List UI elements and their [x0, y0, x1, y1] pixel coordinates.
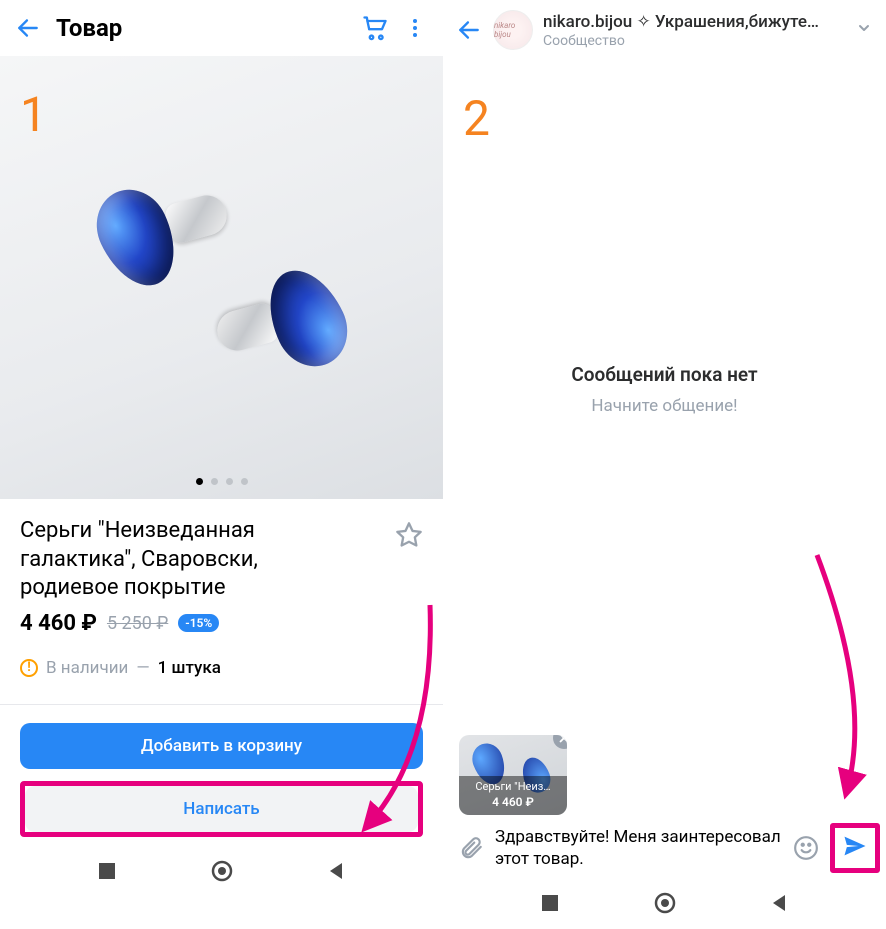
circle-icon: [211, 860, 233, 882]
price: 4 460 ₽: [20, 611, 97, 636]
triangle-left-icon: [771, 894, 789, 912]
square-icon: [98, 862, 116, 880]
empty-state-title: Сообщений пока нет: [571, 363, 757, 386]
square-icon: [541, 894, 559, 912]
compose-bar: Здравствуйте! Меня заинтересовал этот то…: [443, 815, 886, 881]
product-attachment[interactable]: Серьги "Неиз… 4 460 ₽: [459, 735, 567, 815]
cart-icon: [361, 14, 389, 42]
highlight-write: Написать: [20, 781, 423, 837]
back-button[interactable]: [449, 10, 489, 50]
attachment-area: Серьги "Неиз… 4 460 ₽: [443, 719, 886, 815]
nav-recent[interactable]: [98, 862, 116, 884]
product-title: Серьги "Неизведанная галактика", Сваровс…: [20, 517, 360, 603]
page-title: Товар: [56, 14, 355, 42]
send-icon: [841, 832, 869, 860]
close-icon: [558, 735, 567, 744]
back-button[interactable]: [8, 8, 48, 48]
nav-home[interactable]: [654, 892, 676, 918]
nav-home[interactable]: [211, 860, 233, 886]
warning-icon: !: [20, 659, 38, 677]
step-number: 2: [463, 90, 490, 147]
star-icon: [395, 521, 423, 549]
carousel-dot[interactable]: [241, 478, 248, 485]
stock-qty: 1 штука: [158, 658, 221, 678]
discount-badge: -15%: [178, 614, 219, 632]
attach-button[interactable]: [453, 835, 489, 861]
highlight-send: [830, 823, 880, 873]
empty-state-subtitle: Начните общение!: [591, 396, 737, 416]
chat-title-area[interactable]: nikaro.bijou ✧ Украшения,бижуте… Сообщес…: [543, 12, 844, 49]
nav-back[interactable]: [771, 894, 789, 916]
arrow-left-icon: [15, 15, 41, 41]
avatar[interactable]: nikaro bijou: [493, 10, 533, 50]
chat-menu-chevron[interactable]: [848, 20, 880, 40]
favorite-button[interactable]: [395, 521, 423, 553]
chevron-down-icon: [856, 20, 872, 36]
header: Товар: [0, 0, 443, 56]
old-price: 5 250 ₽: [107, 613, 168, 634]
chat-subtitle: Сообщество: [543, 33, 844, 49]
stock-dash: —: [136, 658, 149, 678]
attachment-name: Серьги "Неиз…: [461, 780, 565, 793]
paperclip-icon: [458, 835, 484, 861]
nav-back[interactable]: [328, 862, 346, 884]
triangle-left-icon: [328, 862, 346, 880]
cart-button[interactable]: [355, 8, 395, 48]
circle-icon: [654, 892, 676, 914]
screen-product: Товар 1 Серьги "Неизведанная галактика",…: [0, 0, 443, 929]
chat-title: nikaro.bijou ✧ Украшения,бижуте…: [543, 12, 844, 32]
nav-recent[interactable]: [541, 894, 559, 916]
carousel-dot[interactable]: [196, 478, 203, 485]
smile-icon: [793, 835, 819, 861]
add-to-cart-button[interactable]: Добавить в корзину: [20, 723, 423, 769]
stock-row: ! В наличии — 1 штука: [20, 658, 423, 678]
carousel-dot[interactable]: [211, 478, 218, 485]
emoji-button[interactable]: [788, 835, 824, 861]
android-navbar: [443, 881, 886, 929]
product-info: Серьги "Неизведанная галактика", Сваровс…: [0, 499, 443, 684]
carousel-dots: [0, 478, 443, 485]
send-button[interactable]: [841, 832, 869, 864]
chat-header: nikaro bijou nikaro.bijou ✧ Украшения,би…: [443, 0, 886, 60]
arrow-left-icon: [456, 17, 482, 43]
product-image-carousel[interactable]: 1: [0, 56, 443, 499]
attachment-price: 4 460 ₽: [461, 795, 565, 809]
message-input[interactable]: Здравствуйте! Меня заинтересовал этот то…: [495, 826, 782, 870]
write-button[interactable]: Написать: [25, 786, 418, 832]
step-number: 1: [20, 86, 47, 143]
more-vertical-icon: [403, 16, 427, 40]
stock-label: В наличии: [46, 658, 128, 678]
chat-body: 2 Сообщений пока нет Начните общение!: [443, 60, 886, 719]
price-row: 4 460 ₽ 5 250 ₽ -15%: [20, 611, 423, 636]
android-navbar: [0, 849, 443, 897]
product-photo: [92, 188, 352, 368]
screen-chat: nikaro bijou nikaro.bijou ✧ Украшения,би…: [443, 0, 886, 929]
attachment-remove-button[interactable]: [553, 735, 567, 749]
action-buttons: Добавить в корзину Написать: [0, 705, 443, 849]
carousel-dot[interactable]: [226, 478, 233, 485]
more-button[interactable]: [395, 8, 435, 48]
